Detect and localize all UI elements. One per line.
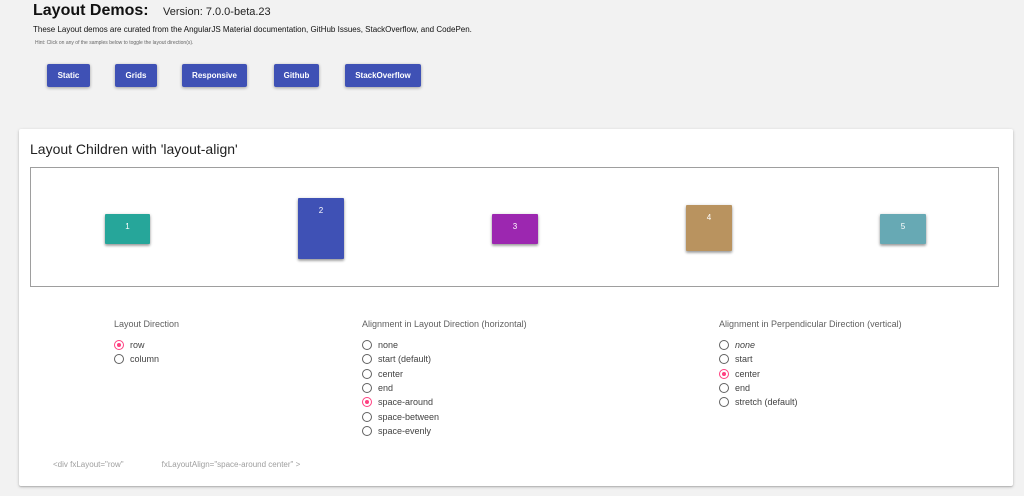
radio-main-center[interactable]: center xyxy=(362,367,527,381)
layout-direction-group: Layout Direction row column xyxy=(114,319,179,367)
radio-unchecked-icon xyxy=(719,340,729,351)
github-button[interactable]: Github xyxy=(274,64,319,87)
radio-unchecked-icon xyxy=(719,383,729,394)
responsive-button[interactable]: Responsive xyxy=(182,64,247,87)
radio-checked-icon xyxy=(362,397,372,408)
radio-cross-start[interactable]: start xyxy=(719,352,902,366)
page-title: Layout Demos: xyxy=(33,2,149,19)
radio-main-space-between[interactable]: space-between xyxy=(362,409,527,423)
radio-checked-icon xyxy=(719,368,729,379)
version-label: Version: 7.0.0-beta.23 xyxy=(163,6,271,18)
radio-cross-none[interactable]: none xyxy=(719,338,902,352)
layout-align-card: Layout Children with 'layout-align' 1 2 … xyxy=(19,129,1013,486)
radio-unchecked-icon xyxy=(719,397,729,408)
radio-unchecked-icon xyxy=(362,340,372,351)
code-align-attr: fxLayoutAlign="space-around center" > xyxy=(161,460,301,469)
layout-child-3[interactable]: 3 xyxy=(492,214,538,244)
radio-main-none[interactable]: none xyxy=(362,338,527,352)
radio-unchecked-icon xyxy=(114,354,124,365)
radio-direction-column[interactable]: column xyxy=(114,352,179,366)
layout-child-4[interactable]: 4 xyxy=(686,205,732,251)
cross-axis-alignment-title: Alignment in Perpendicular Direction (ve… xyxy=(719,319,902,329)
radio-unchecked-icon xyxy=(362,425,372,436)
layout-direction-title: Layout Direction xyxy=(114,319,180,329)
radio-cross-stretch[interactable]: stretch (default) xyxy=(719,395,902,409)
radio-unchecked-icon xyxy=(362,354,372,365)
radio-unchecked-icon xyxy=(362,368,372,379)
main-axis-alignment-title: Alignment in Layout Direction (horizonta… xyxy=(362,319,527,329)
radio-unchecked-icon xyxy=(719,354,729,365)
layout-child-5[interactable]: 5 xyxy=(880,214,926,244)
main-axis-alignment-group: Alignment in Layout Direction (horizonta… xyxy=(362,319,527,438)
code-snippet: <div fxLayout="row" fxLayoutAlign="space-… xyxy=(53,460,300,469)
radio-main-end[interactable]: end xyxy=(362,381,527,395)
title-row: Layout Demos: Version: 7.0.0-beta.23 xyxy=(33,2,271,20)
radio-unchecked-icon xyxy=(362,411,372,422)
radio-main-space-around[interactable]: space-around xyxy=(362,395,527,409)
layout-demo-container[interactable]: 1 2 3 4 5 xyxy=(30,167,999,287)
radio-cross-center[interactable]: center xyxy=(719,367,902,381)
code-layout-attr: <div fxLayout="row" xyxy=(53,460,124,469)
grids-button[interactable]: Grids xyxy=(115,64,157,87)
page-description: These Layout demos are curated from the … xyxy=(33,25,472,34)
radio-main-start[interactable]: start (default) xyxy=(362,352,527,366)
radio-cross-end[interactable]: end xyxy=(719,381,902,395)
static-button[interactable]: Static xyxy=(47,64,90,87)
radio-main-space-evenly[interactable]: space-evenly xyxy=(362,424,527,438)
radio-unchecked-icon xyxy=(362,383,372,394)
hint-text: Hint: Click on any of the samples below … xyxy=(35,40,194,46)
stackoverflow-button[interactable]: StackOverflow xyxy=(345,64,421,87)
card-title: Layout Children with 'layout-align' xyxy=(30,141,238,157)
radio-checked-icon xyxy=(114,340,124,351)
cross-axis-alignment-group: Alignment in Perpendicular Direction (ve… xyxy=(719,319,902,409)
radio-direction-row[interactable]: row xyxy=(114,338,179,352)
layout-child-2[interactable]: 2 xyxy=(298,198,344,259)
layout-child-1[interactable]: 1 xyxy=(105,214,150,244)
